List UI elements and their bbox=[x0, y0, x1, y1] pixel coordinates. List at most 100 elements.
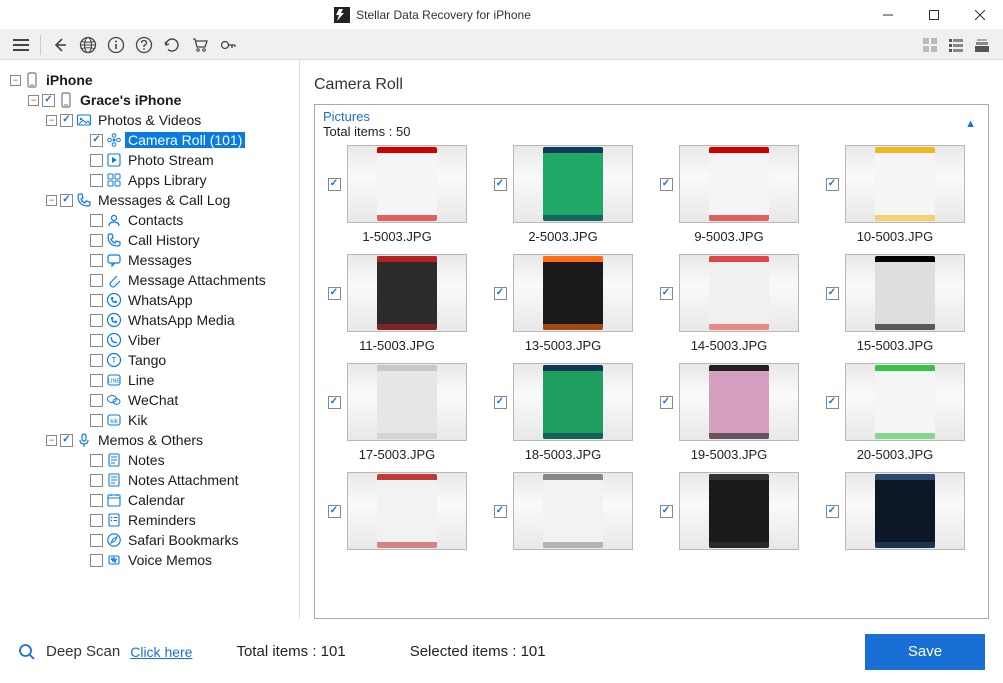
tree-viber[interactable]: Viber bbox=[6, 330, 293, 350]
tree-checkbox[interactable] bbox=[90, 514, 103, 527]
tree-tango[interactable]: TTango bbox=[6, 350, 293, 370]
thumbnail-image[interactable] bbox=[347, 254, 467, 332]
tree-notes-attach[interactable]: Notes Attachment bbox=[6, 470, 293, 490]
tree-safari[interactable]: Safari Bookmarks bbox=[6, 530, 293, 550]
thumbnail-image[interactable] bbox=[845, 145, 965, 223]
tree-expander[interactable]: − bbox=[10, 75, 21, 86]
thumbnail-image[interactable] bbox=[845, 254, 965, 332]
tree-checkbox[interactable] bbox=[90, 374, 103, 387]
thumbnail-item[interactable] bbox=[655, 472, 803, 556]
minimize-button[interactable] bbox=[865, 0, 911, 30]
thumbnail-image[interactable] bbox=[845, 472, 965, 550]
tree-reminders[interactable]: Reminders bbox=[6, 510, 293, 530]
tree-whatsapp[interactable]: WhatsApp bbox=[6, 290, 293, 310]
tree-expander[interactable]: − bbox=[28, 95, 39, 106]
info-icon[interactable] bbox=[103, 32, 129, 58]
save-button[interactable]: Save bbox=[865, 634, 985, 670]
thumbnail-checkbox[interactable] bbox=[660, 178, 673, 191]
thumbnail-image[interactable] bbox=[513, 254, 633, 332]
thumbnail-image[interactable] bbox=[513, 472, 633, 550]
thumbnail-item[interactable]: 1-5003.JPG bbox=[323, 145, 471, 244]
tree-messages-group[interactable]: −Messages & Call Log bbox=[6, 190, 293, 210]
thumbnail-image[interactable] bbox=[679, 254, 799, 332]
thumbnail-image[interactable] bbox=[679, 472, 799, 550]
key-icon[interactable] bbox=[215, 32, 241, 58]
thumbnail-item[interactable]: 20-5003.JPG bbox=[821, 363, 969, 462]
tree-checkbox[interactable] bbox=[90, 474, 103, 487]
tree-photo-stream[interactable]: Photo Stream bbox=[6, 150, 293, 170]
thumbnail-checkbox[interactable] bbox=[494, 505, 507, 518]
tree-kik[interactable]: kikKik bbox=[6, 410, 293, 430]
tree-whatsapp-media[interactable]: WhatsApp Media bbox=[6, 310, 293, 330]
tree-photos-group[interactable]: −Photos & Videos bbox=[6, 110, 293, 130]
back-button[interactable] bbox=[47, 32, 73, 58]
list-view-icon[interactable] bbox=[943, 32, 969, 58]
tree-root-iphone[interactable]: −iPhone bbox=[6, 70, 293, 90]
tree-checkbox[interactable] bbox=[90, 534, 103, 547]
thumbnail-image[interactable] bbox=[679, 145, 799, 223]
help-icon[interactable] bbox=[131, 32, 157, 58]
tree-checkbox[interactable] bbox=[90, 134, 103, 147]
thumbnail-image[interactable] bbox=[347, 363, 467, 441]
deep-scan-link[interactable]: Click here bbox=[130, 644, 192, 660]
tree-device[interactable]: −Grace's iPhone bbox=[6, 90, 293, 110]
thumbnail-item[interactable]: 15-5003.JPG bbox=[821, 254, 969, 353]
tree-checkbox[interactable] bbox=[42, 94, 55, 107]
thumbnail-item[interactable]: 13-5003.JPG bbox=[489, 254, 637, 353]
thumbnail-item[interactable]: 14-5003.JPG bbox=[655, 254, 803, 353]
tree-checkbox[interactable] bbox=[60, 194, 73, 207]
tree-checkbox[interactable] bbox=[90, 354, 103, 367]
thumbnail-checkbox[interactable] bbox=[826, 178, 839, 191]
tree-expander[interactable]: − bbox=[46, 435, 57, 446]
thumbnail-item[interactable]: 19-5003.JPG bbox=[655, 363, 803, 462]
thumbnail-item[interactable]: 11-5003.JPG bbox=[323, 254, 471, 353]
thumbnail-checkbox[interactable] bbox=[826, 396, 839, 409]
thumbnail-checkbox[interactable] bbox=[826, 505, 839, 518]
tree-checkbox[interactable] bbox=[90, 254, 103, 267]
refresh-icon[interactable] bbox=[159, 32, 185, 58]
globe-icon[interactable] bbox=[75, 32, 101, 58]
thumbnail-image[interactable] bbox=[347, 472, 467, 550]
maximize-button[interactable] bbox=[911, 0, 957, 30]
thumbnail-item[interactable]: 17-5003.JPG bbox=[323, 363, 471, 462]
collapse-caret-icon[interactable]: ▲ bbox=[965, 118, 980, 130]
tree-wechat[interactable]: WeChat bbox=[6, 390, 293, 410]
close-button[interactable] bbox=[957, 0, 1003, 30]
thumbnail-item[interactable]: 18-5003.JPG bbox=[489, 363, 637, 462]
tree-memos-group[interactable]: −Memos & Others bbox=[6, 430, 293, 450]
tree-notes[interactable]: Notes bbox=[6, 450, 293, 470]
thumbnail-item[interactable]: 2-5003.JPG bbox=[489, 145, 637, 244]
tree-call-history[interactable]: Call History bbox=[6, 230, 293, 250]
tree-calendar[interactable]: Calendar bbox=[6, 490, 293, 510]
tree-line[interactable]: LINELine bbox=[6, 370, 293, 390]
tree-checkbox[interactable] bbox=[60, 114, 73, 127]
thumbnail-checkbox[interactable] bbox=[660, 287, 673, 300]
tree-expander[interactable]: − bbox=[46, 195, 57, 206]
thumbnail-checkbox[interactable] bbox=[826, 287, 839, 300]
tree-voice-memos[interactable]: Voice Memos bbox=[6, 550, 293, 570]
thumbnail-checkbox[interactable] bbox=[494, 178, 507, 191]
thumbnail-item[interactable]: 10-5003.JPG bbox=[821, 145, 969, 244]
thumbnail-checkbox[interactable] bbox=[328, 287, 341, 300]
tree-msg-attach[interactable]: Message Attachments bbox=[6, 270, 293, 290]
tree-checkbox[interactable] bbox=[90, 174, 103, 187]
tree-checkbox[interactable] bbox=[90, 314, 103, 327]
thumbnail-checkbox[interactable] bbox=[660, 505, 673, 518]
tree-apps-library[interactable]: Apps Library bbox=[6, 170, 293, 190]
tree-checkbox[interactable] bbox=[90, 394, 103, 407]
thumbnail-checkbox[interactable] bbox=[494, 396, 507, 409]
thumbnail-image[interactable] bbox=[845, 363, 965, 441]
thumbnail-image[interactable] bbox=[679, 363, 799, 441]
tree-checkbox[interactable] bbox=[90, 494, 103, 507]
tree-messages[interactable]: Messages bbox=[6, 250, 293, 270]
tree-checkbox[interactable] bbox=[90, 294, 103, 307]
thumbnail-item[interactable]: 9-5003.JPG bbox=[655, 145, 803, 244]
thumbnail-checkbox[interactable] bbox=[328, 178, 341, 191]
thumbnail-item[interactable] bbox=[323, 472, 471, 556]
thumbnail-item[interactable] bbox=[821, 472, 969, 556]
tree-checkbox[interactable] bbox=[90, 154, 103, 167]
thumbnail-checkbox[interactable] bbox=[494, 287, 507, 300]
grid-view-icon[interactable] bbox=[917, 32, 943, 58]
tree-camera-roll[interactable]: Camera Roll (101) bbox=[6, 130, 293, 150]
thumbnail-image[interactable] bbox=[347, 145, 467, 223]
